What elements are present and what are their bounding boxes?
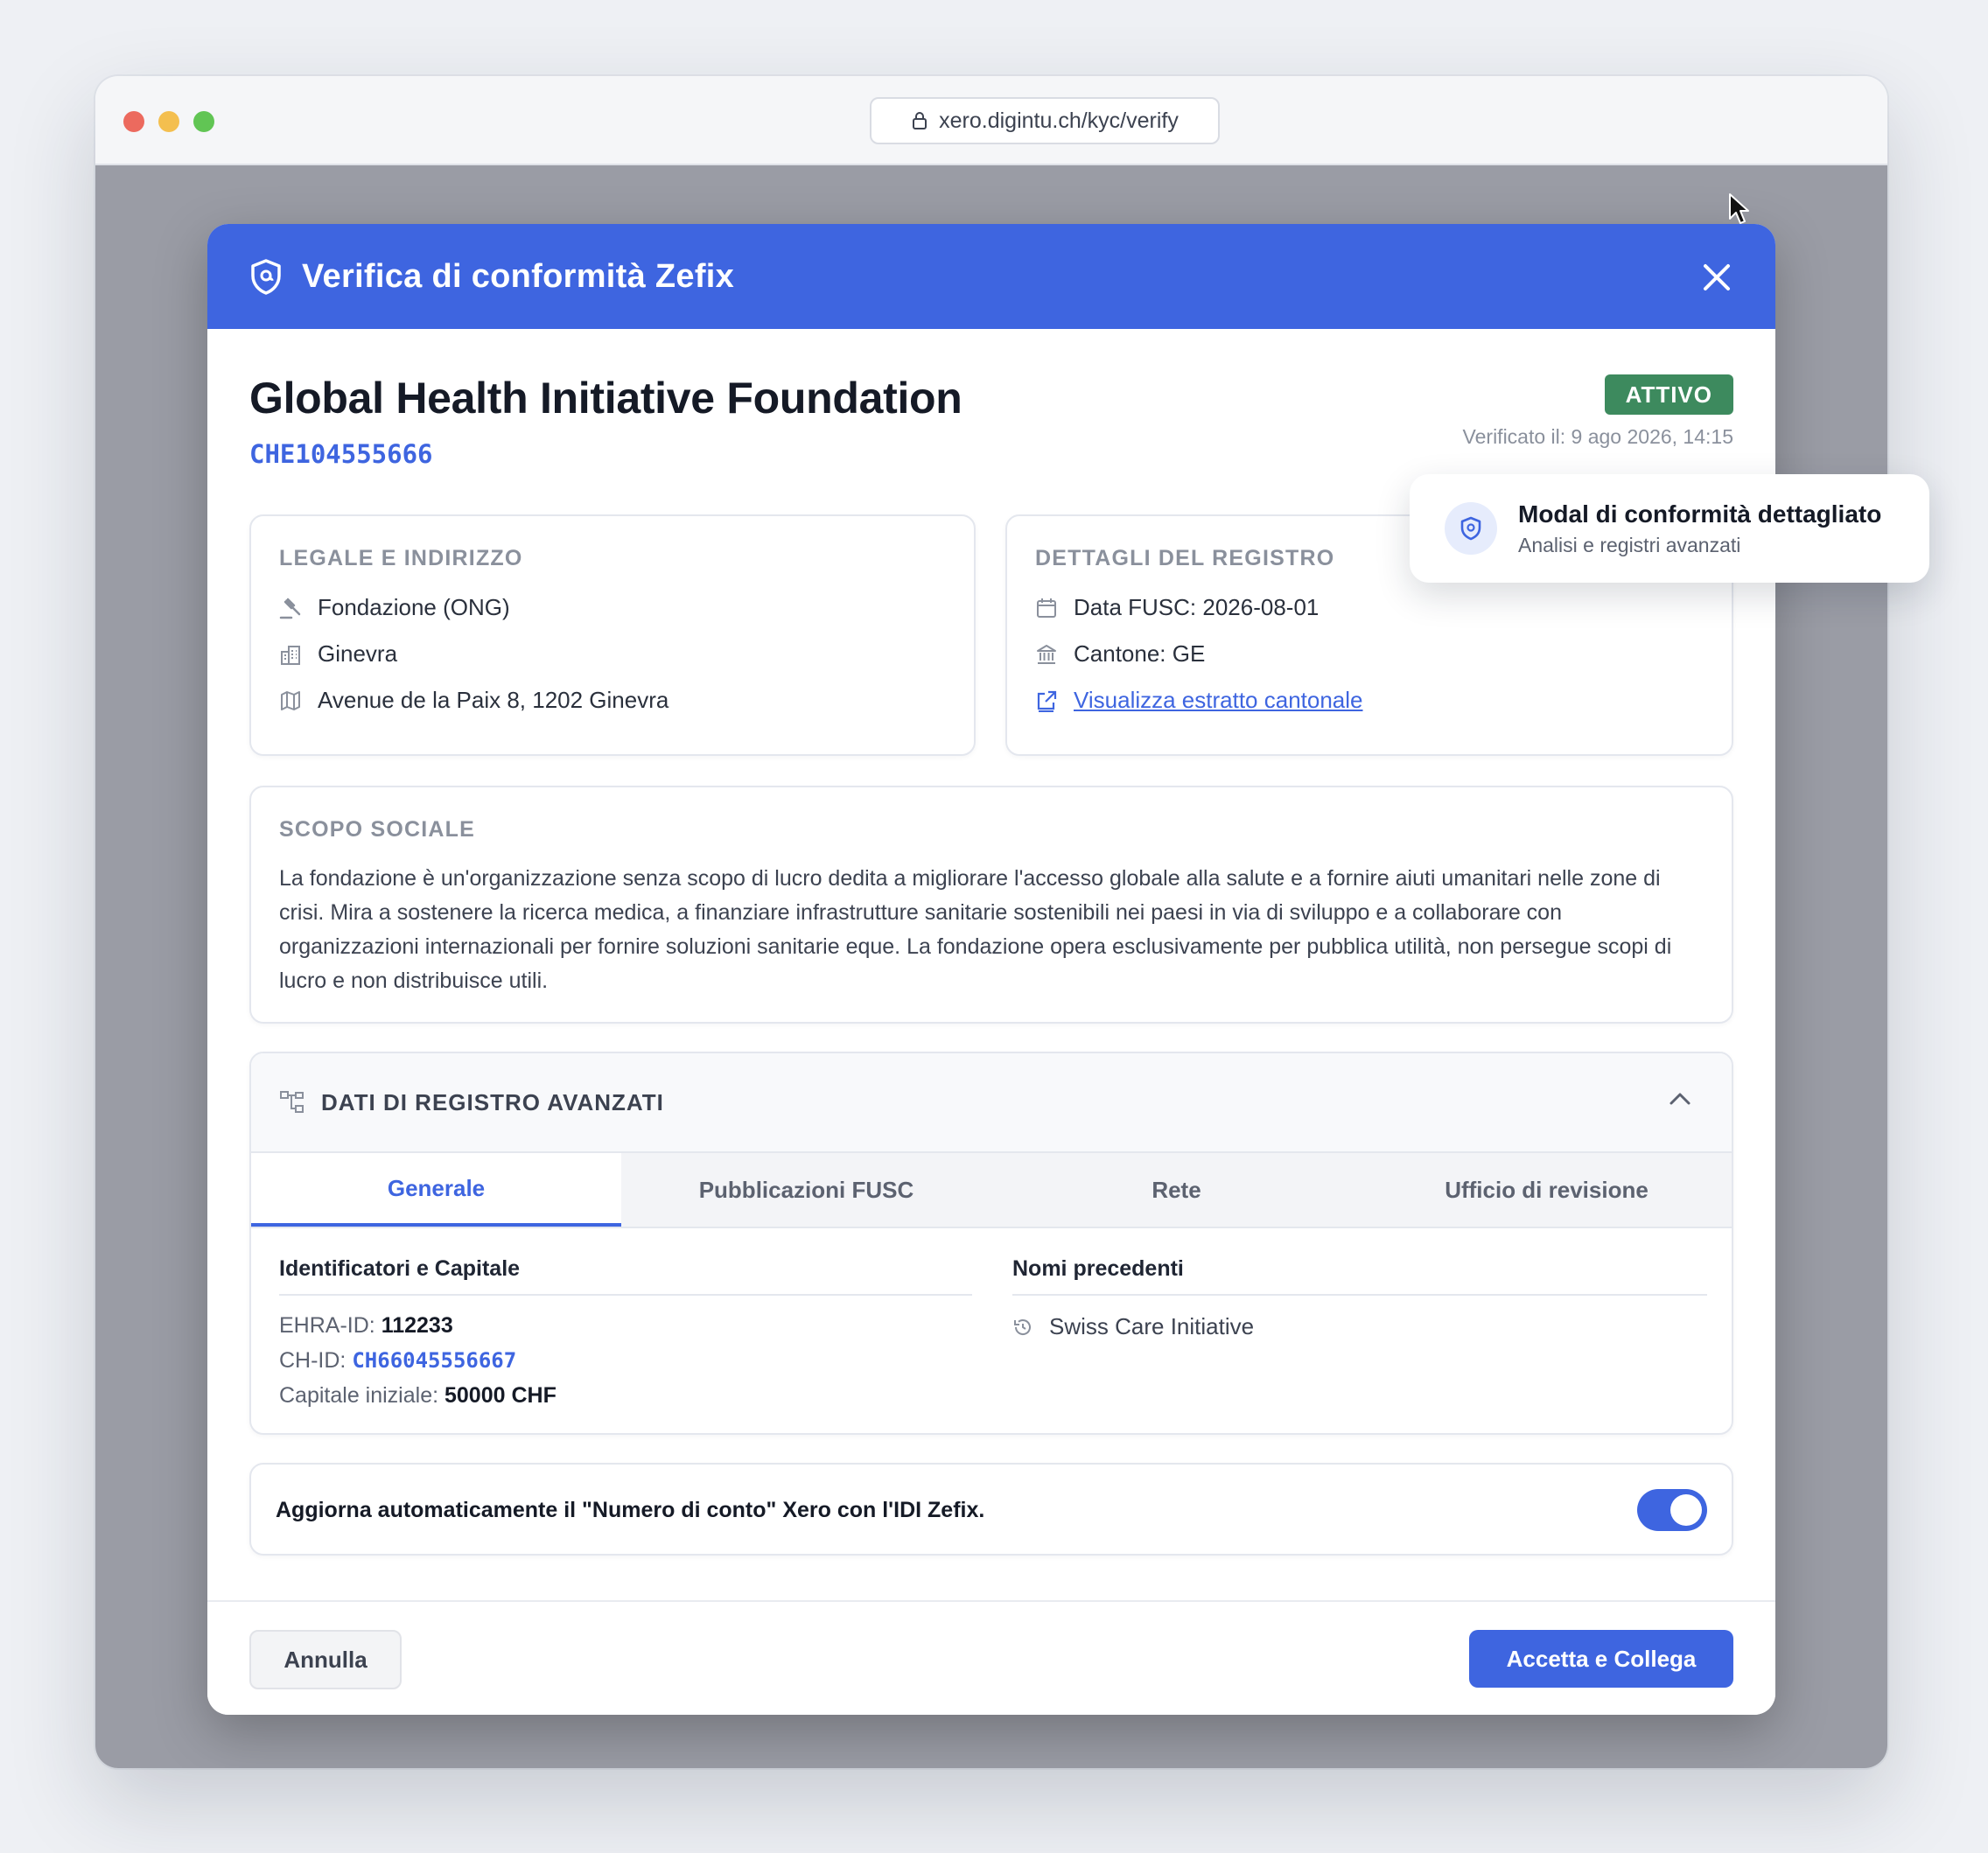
advanced-tabs: Generale Pubblicazioni FUSC Rete Ufficio…: [251, 1153, 1732, 1228]
accept-link-button[interactable]: Accetta e Collega: [1469, 1630, 1733, 1688]
ch-id-row: CH-ID: CH66045556667: [279, 1343, 972, 1378]
ehra-id-row: EHRA-ID: 112233: [279, 1308, 972, 1343]
hierarchy-icon: [280, 1091, 304, 1113]
calendar-icon: [1037, 598, 1056, 618]
info-tooltip: Modal di conformità dettagliato Analisi …: [1410, 474, 1929, 583]
purpose-card: SCOPO SOCIALE La fondazione è un'organiz…: [249, 786, 1733, 1024]
capital-row: Capitale iniziale: 50000 CHF: [279, 1378, 972, 1413]
modal-title: Verifica di conformità Zefix: [302, 257, 735, 295]
url-text: xero.digintu.ch/kyc/verify: [939, 108, 1179, 133]
fusc-date-row: Data FUSC: 2026-08-01: [1035, 594, 1704, 621]
address-row: Avenue de la Paix 8, 1202 Ginevra: [279, 687, 946, 714]
identifiers-panel: Identificatori e Capitale EHRA-ID: 11223…: [279, 1256, 972, 1413]
tab-rete[interactable]: Rete: [991, 1153, 1362, 1227]
company-name: Global Health Initiative Foundation: [249, 374, 962, 423]
auto-update-toggle[interactable]: [1637, 1489, 1707, 1531]
sync-label: Aggiorna automaticamente il "Numero di c…: [276, 1498, 985, 1522]
history-icon: [1014, 1318, 1031, 1335]
tooltip-subtitle: Analisi e registri avanzati: [1518, 533, 1741, 556]
company-uid: CHE104555666: [249, 439, 433, 469]
purpose-card-title: SCOPO SOCIALE: [279, 817, 475, 842]
maximize-window-button[interactable]: [193, 111, 214, 132]
bank-icon: [1037, 644, 1056, 664]
capital-value: 50000 CHF: [444, 1383, 556, 1408]
previous-name-text: Swiss Care Initiative: [1049, 1313, 1255, 1339]
legal-form-text: Fondazione (ONG): [318, 594, 510, 620]
capital-label: Capitale iniziale:: [279, 1383, 439, 1408]
minimize-window-button[interactable]: [158, 111, 179, 132]
map-icon: [281, 690, 300, 710]
tooltip-shield-icon: [1445, 502, 1497, 555]
gavel-icon: [279, 598, 301, 619]
sync-setting-card: Aggiorna automaticamente il "Numero di c…: [249, 1463, 1733, 1556]
tab-ufficio-revisione[interactable]: Ufficio di revisione: [1362, 1153, 1732, 1227]
city-row: Ginevra: [279, 640, 946, 668]
legal-form-row: Fondazione (ONG): [279, 594, 946, 621]
browser-titlebar: xero.digintu.ch/kyc/verify: [95, 76, 1887, 165]
compliance-modal: Verifica di conformità Zefix Global Heal…: [207, 224, 1775, 1715]
tooltip-title: Modal di conformità dettagliato: [1518, 500, 1882, 528]
address-bar[interactable]: xero.digintu.ch/kyc/verify: [870, 97, 1220, 144]
external-link-icon: [1037, 690, 1057, 712]
canton-text: Cantone: GE: [1074, 640, 1206, 667]
verified-timestamp: Verificato il: 9 ago 2026, 14:15: [1462, 425, 1733, 448]
page-overlay: Verifica di conformità Zefix Global Heal…: [95, 165, 1887, 1768]
ch-id-value: CH66045556667: [352, 1348, 517, 1373]
modal-footer: Annulla Accetta e Collega: [207, 1600, 1775, 1715]
legal-address-card: LEGALE E INDIRIZZO Fondazione (ONG) Gine…: [249, 514, 976, 756]
lock-icon: [913, 112, 928, 129]
identifiers-title: Identificatori e Capitale: [279, 1256, 972, 1296]
ehra-id-value: 112233: [381, 1313, 453, 1338]
browser-window: xero.digintu.ch/kyc/verify Verifica di c…: [95, 76, 1887, 1768]
status-badge: ATTIVO: [1604, 374, 1733, 415]
previous-names-title: Nomi precedenti: [1012, 1256, 1707, 1296]
fusc-date-text: Data FUSC: 2026-08-01: [1074, 594, 1320, 620]
legal-card-title: LEGALE E INDIRIZZO: [279, 546, 523, 570]
cantonal-extract-link[interactable]: Visualizza estratto cantonale: [1074, 687, 1363, 714]
shield-icon: [251, 259, 281, 295]
tab-generale[interactable]: Generale: [251, 1153, 621, 1227]
cancel-button[interactable]: Annulla: [249, 1630, 402, 1689]
close-window-button[interactable]: [123, 111, 144, 132]
previous-names-panel: Nomi precedenti Swiss Care Initiative: [1012, 1256, 1707, 1340]
ch-id-label: CH-ID:: [279, 1348, 346, 1373]
building-icon: [281, 645, 300, 665]
advanced-accordion-header[interactable]: DATI DI REGISTRO AVANZATI: [251, 1053, 1732, 1153]
advanced-section-title: DATI DI REGISTRO AVANZATI: [321, 1088, 664, 1115]
purpose-text: La fondazione è un'organizzazione senza …: [279, 866, 1672, 993]
cursor-icon: [1729, 193, 1749, 224]
advanced-registry-section: DATI DI REGISTRO AVANZATI Generale Pubbl…: [249, 1052, 1733, 1435]
extract-link-row[interactable]: Visualizza estratto cantonale: [1035, 687, 1704, 714]
ehra-id-label: EHRA-ID:: [279, 1313, 375, 1338]
previous-name-item: Swiss Care Initiative: [1012, 1313, 1707, 1340]
address-text: Avenue de la Paix 8, 1202 Ginevra: [318, 687, 669, 713]
tab-pubblicazioni-fusc[interactable]: Pubblicazioni FUSC: [621, 1153, 991, 1227]
toggle-knob: [1670, 1494, 1702, 1526]
chevron-up-icon[interactable]: [1669, 1092, 1691, 1106]
close-icon[interactable]: [1702, 262, 1732, 292]
city-text: Ginevra: [318, 640, 398, 667]
modal-header: Verifica di conformità Zefix: [207, 224, 1775, 329]
canton-row: Cantone: GE: [1035, 640, 1704, 668]
